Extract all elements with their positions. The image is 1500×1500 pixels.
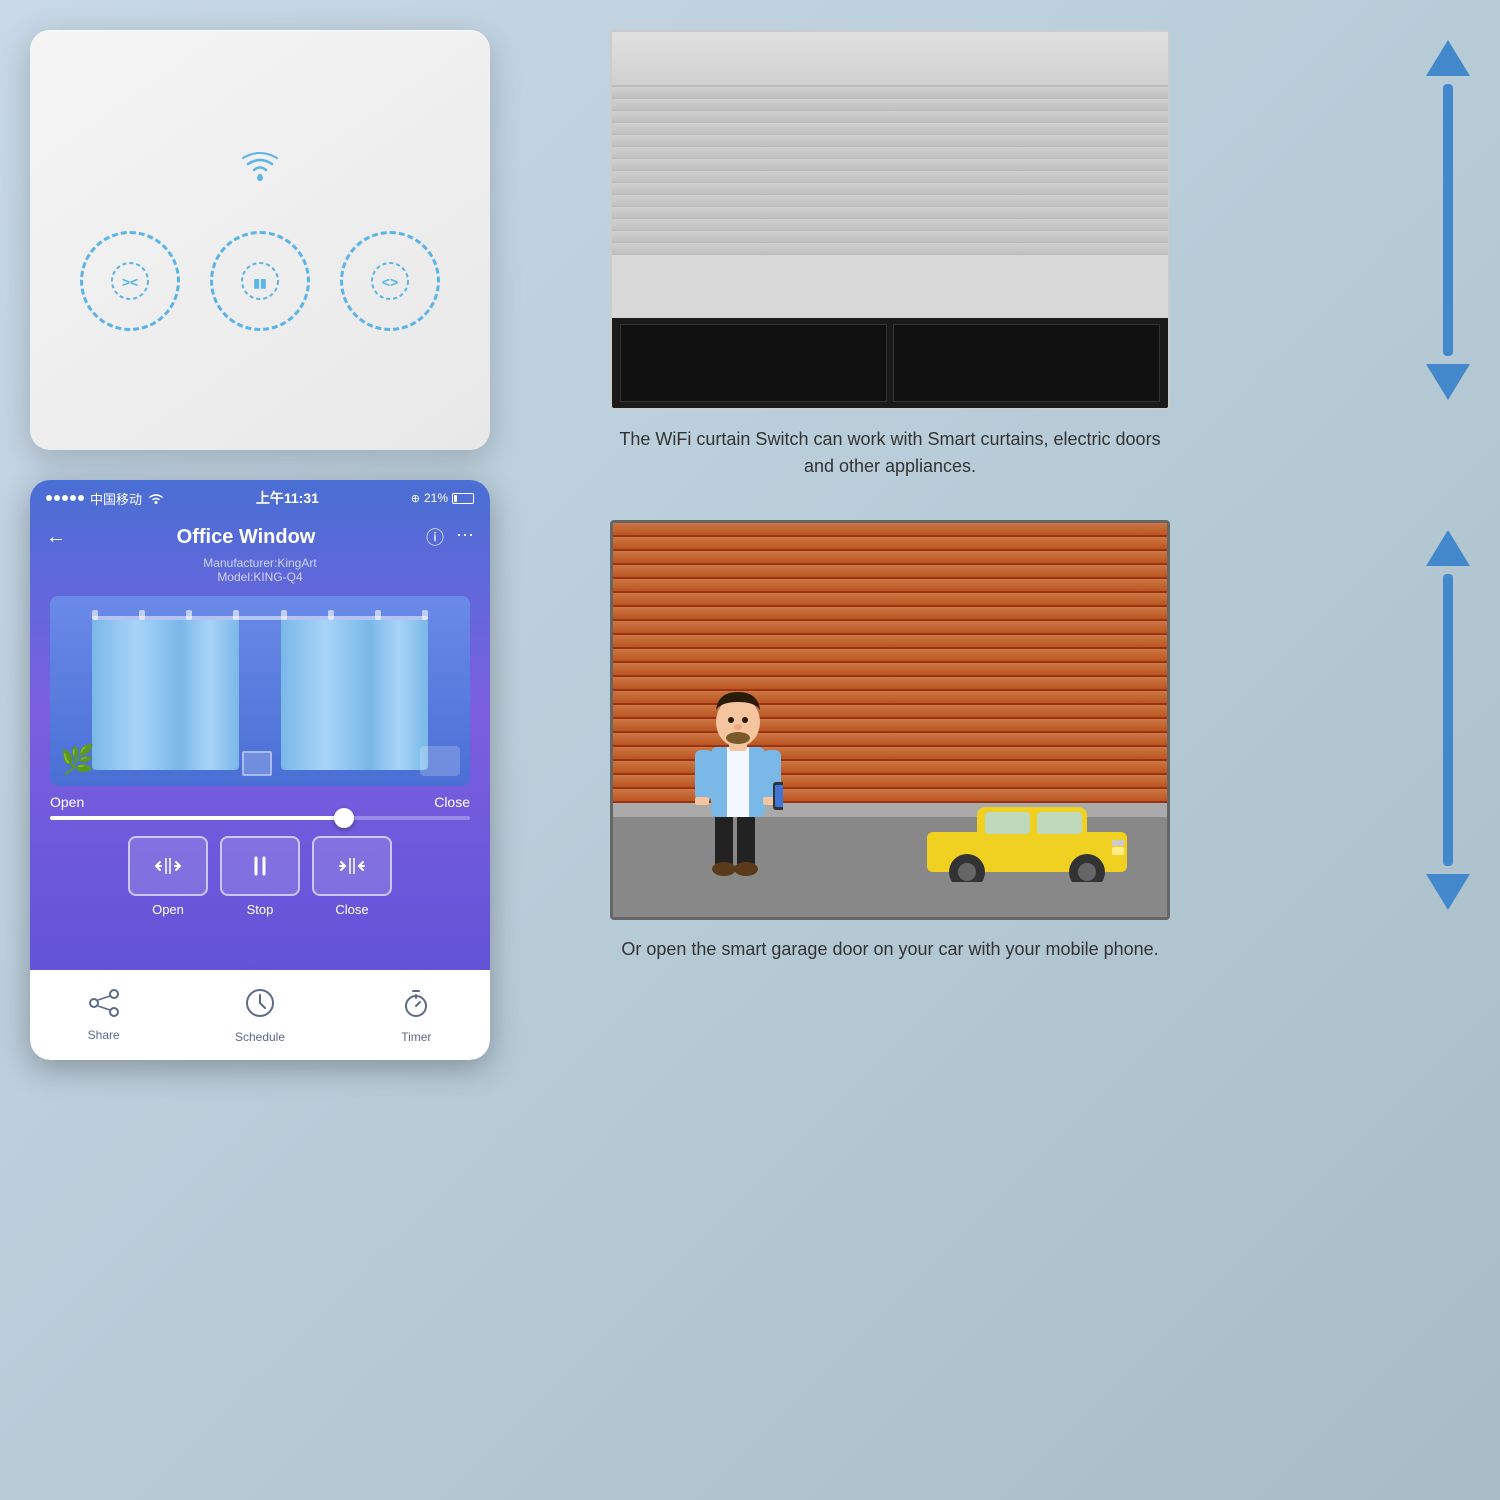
open-btn-label: Open — [128, 902, 208, 917]
status-bar: 中国移动 上午11:31 ⊕ 21% — [30, 480, 490, 516]
more-icon[interactable]: ··· — [456, 524, 474, 550]
close-label: Close — [434, 794, 470, 810]
phone-bottom-bar: Share Schedule — [30, 970, 490, 1060]
timer-icon — [400, 987, 432, 1026]
model-label: Model:KING-Q4 — [30, 570, 490, 584]
gps-icon: ⊕ — [411, 492, 420, 505]
timer-nav-button[interactable]: Timer — [400, 987, 432, 1044]
info-icon[interactable]: ⓘ — [426, 524, 444, 550]
switch-panel: >< ▮▮ <> — [30, 30, 490, 450]
shutter-description: The WiFi curtain Switch can work with Sm… — [610, 426, 1170, 480]
phone-header: ← Office Window ⓘ ··· — [30, 516, 490, 554]
stop-button[interactable] — [220, 836, 300, 896]
left-panel: >< ▮▮ <> — [30, 30, 510, 1470]
schedule-nav-button[interactable]: Schedule — [235, 987, 285, 1044]
down-arrow-icon — [1426, 364, 1470, 400]
phone-app: 中国移动 上午11:31 ⊕ 21% ← Office Window — [30, 480, 490, 1060]
slider-track[interactable] — [50, 816, 470, 820]
up-arrow-icon — [1426, 40, 1470, 76]
car-illustration — [927, 792, 1127, 887]
garage-down-arrow-icon — [1426, 874, 1470, 910]
stop-btn-label: Stop — [220, 902, 300, 917]
person-illustration — [693, 682, 783, 897]
svg-text:<>: <> — [382, 274, 398, 290]
back-button[interactable]: ← — [46, 526, 66, 549]
switch-buttons: >< ▮▮ <> — [80, 231, 440, 331]
close-button[interactable] — [312, 836, 392, 896]
manufacturer-info: Manufacturer:KingArt Model:KING-Q4 — [30, 554, 490, 586]
shutter-arrows — [1426, 30, 1470, 410]
svg-text:><: >< — [122, 274, 138, 290]
battery-label: 21% — [424, 491, 448, 505]
stop-switch-button[interactable]: ▮▮ — [210, 231, 310, 331]
ctrl-btn-labels: Open Stop Close — [30, 896, 490, 917]
share-nav-button[interactable]: Share — [88, 989, 120, 1042]
close-switch-button[interactable]: <> — [340, 231, 440, 331]
schedule-icon — [244, 987, 276, 1026]
share-icon — [88, 989, 120, 1024]
curtain-illustration: 🌿 — [30, 586, 490, 786]
garage-arrows — [1426, 520, 1470, 920]
header-icons: ⓘ ··· — [426, 524, 474, 550]
app-title: Office Window — [177, 526, 316, 549]
close-btn-label: Close — [312, 902, 392, 917]
shutter-illustration: The WiFi curtain Switch can work with Sm… — [610, 30, 1406, 480]
shutter-section: The WiFi curtain Switch can work with Sm… — [610, 30, 1470, 480]
garage-illustration: Or open the smart garage door on your ca… — [610, 520, 1406, 963]
manufacturer-label: Manufacturer:KingArt — [30, 556, 490, 570]
garage-description: Or open the smart garage door on your ca… — [610, 936, 1170, 963]
open-button[interactable] — [128, 836, 208, 896]
wifi-icon — [240, 149, 280, 191]
share-label: Share — [88, 1028, 120, 1042]
garage-arrow-shaft — [1443, 574, 1453, 866]
svg-text:▮▮: ▮▮ — [253, 276, 266, 290]
garage-section: Or open the smart garage door on your ca… — [610, 520, 1470, 963]
open-label: Open — [50, 794, 84, 810]
time-label: 上午11:31 — [256, 488, 319, 508]
control-buttons — [30, 820, 490, 896]
timer-label: Timer — [401, 1030, 431, 1044]
arrow-shaft — [1443, 84, 1453, 356]
slider-section: Open Close — [30, 794, 490, 820]
open-switch-button[interactable]: >< — [80, 231, 180, 331]
carrier-label: 中国移动 — [90, 489, 142, 508]
garage-up-arrow-icon — [1426, 530, 1470, 566]
right-panel: The WiFi curtain Switch can work with Sm… — [610, 30, 1470, 963]
schedule-label: Schedule — [235, 1030, 285, 1044]
